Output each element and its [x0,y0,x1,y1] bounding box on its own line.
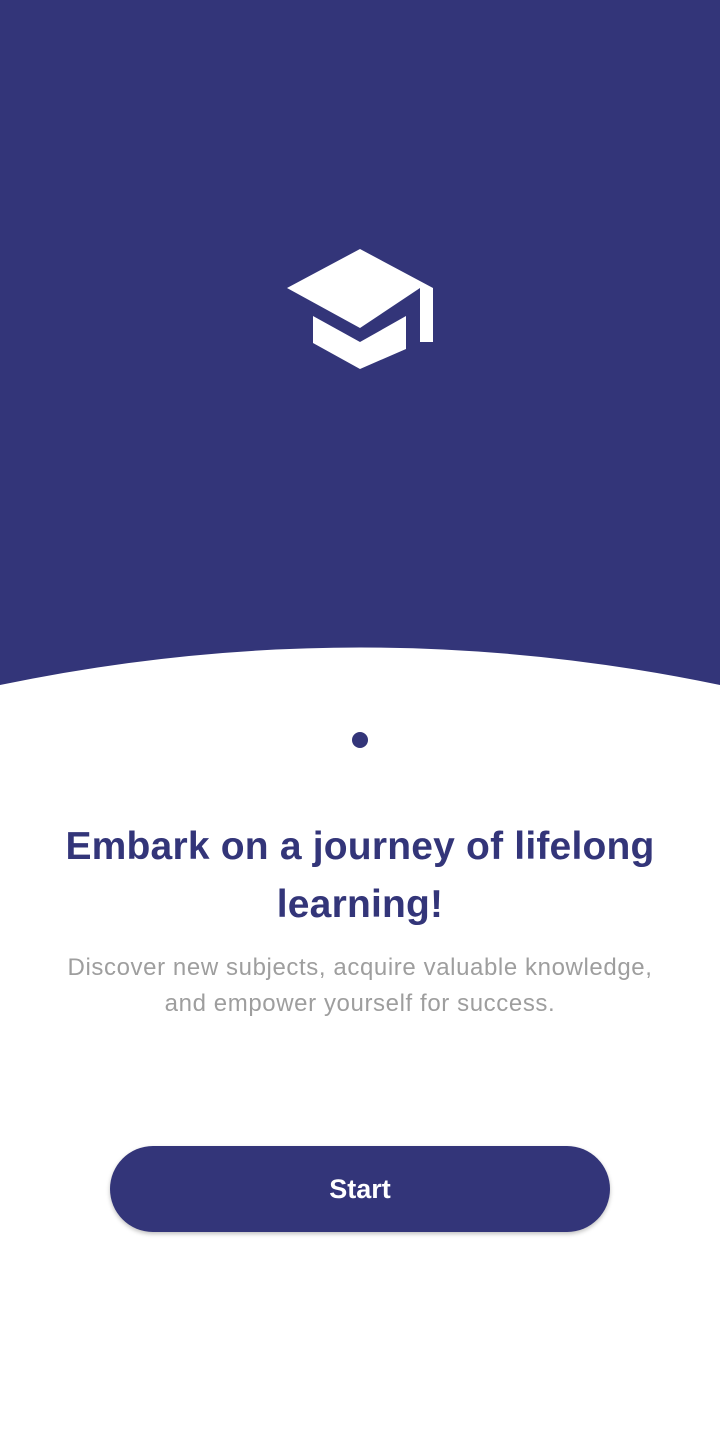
graduation-cap-icon [287,249,433,369]
hero-banner [0,0,720,700]
page-indicator-dot-active[interactable] [352,732,368,748]
start-button[interactable]: Start [110,1146,610,1232]
onboarding-screen: Embark on a journey of lifelong learning… [0,0,720,1434]
onboarding-subtitle: Discover new subjects, acquire valuable … [67,954,653,1017]
page-indicator [0,732,720,748]
onboarding-title: Embark on a journey of lifelong learning… [65,825,655,926]
